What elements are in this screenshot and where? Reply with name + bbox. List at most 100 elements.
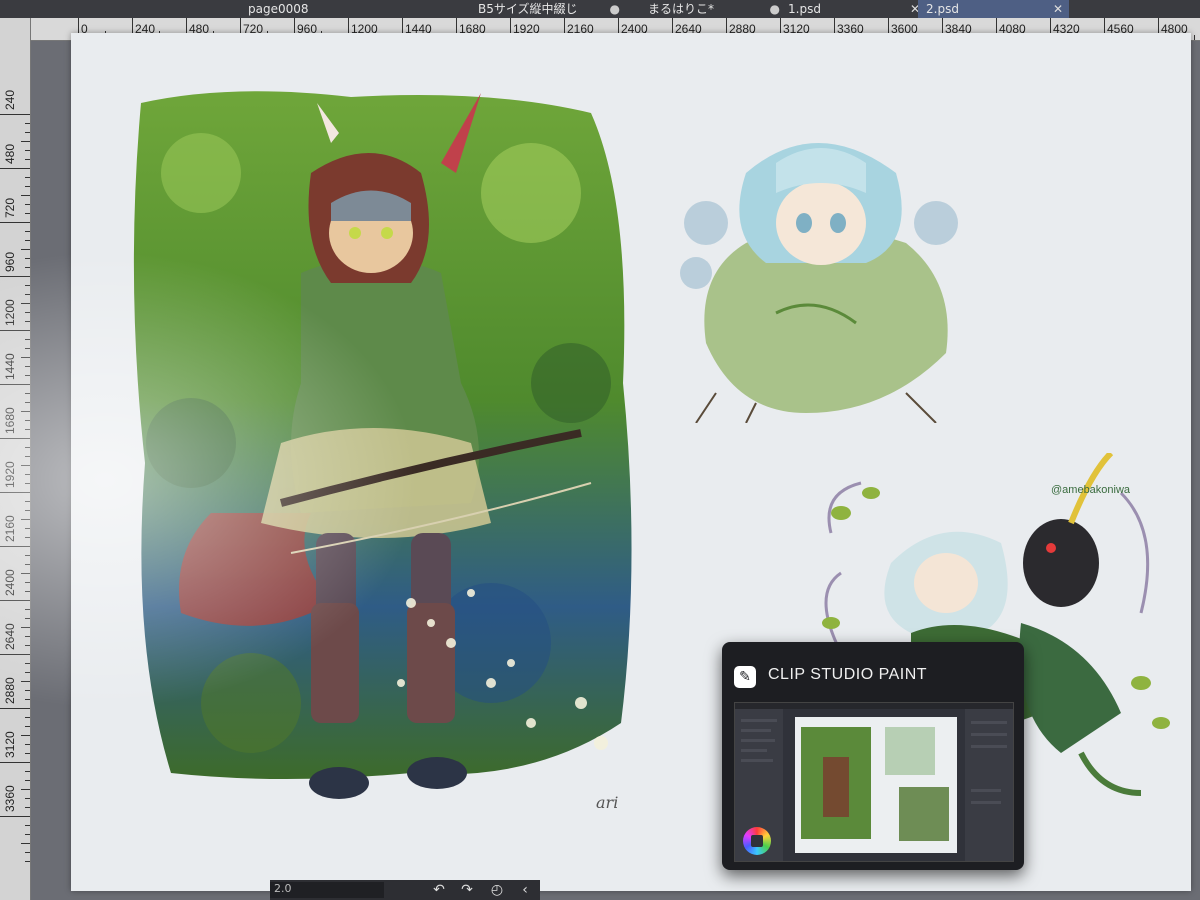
- rotate-icon[interactable]: ◴: [488, 882, 506, 898]
- ruler-minor-tick: [25, 429, 30, 430]
- ruler-minor-tick: [21, 249, 30, 250]
- canvas-workspace[interactable]: ari @amebakoniwa: [31, 33, 1200, 900]
- ruler-minor-tick: [25, 177, 30, 178]
- ruler-minor-tick: [21, 303, 30, 304]
- app-preview-titlebar: ✎ CLIP STUDIO PAINT: [722, 642, 1024, 694]
- artist-credit: @amebakoniwa: [1051, 484, 1131, 496]
- app-preview-thumbnail[interactable]: [734, 702, 1014, 862]
- close-icon[interactable]: ✕: [1053, 0, 1063, 18]
- ruler-minor-tick: [25, 231, 30, 232]
- ruler-minor-tick: [21, 195, 30, 196]
- ruler-minor-tick: [25, 447, 30, 448]
- ruler-minor-tick: [25, 591, 30, 592]
- color-wheel-icon: [743, 827, 771, 855]
- ruler-major-tick: [0, 168, 30, 169]
- ruler-label: 3360: [3, 785, 17, 812]
- archer-illustration: [133, 91, 632, 799]
- ruler-minor-tick: [1194, 35, 1195, 40]
- preview-panel-line: [741, 749, 767, 752]
- tab-2psd[interactable]: 2.psd ✕: [918, 0, 1069, 18]
- tab-maruhariko[interactable]: まるはりこ* ●: [640, 0, 786, 18]
- ruler-minor-tick: [21, 519, 30, 520]
- app-window-preview[interactable]: ✎ CLIP STUDIO PAINT: [722, 642, 1024, 870]
- preview-artworks: [801, 727, 949, 841]
- ruler-minor-tick: [25, 753, 30, 754]
- ruler-minor-tick: [25, 582, 30, 583]
- ruler-minor-tick: [25, 663, 30, 664]
- ruler-label: 480: [3, 143, 17, 164]
- ruler-minor-tick: [25, 798, 30, 799]
- ruler-minor-tick: [25, 717, 30, 718]
- preview-panel-line: [741, 739, 775, 742]
- ruler-minor-tick: [25, 474, 30, 475]
- bottom-toolbar: 2.0 ↶ ↷ ◴ ‹: [270, 880, 540, 900]
- undo-icon[interactable]: ↶: [430, 882, 448, 898]
- ruler-minor-tick: [21, 735, 30, 736]
- ruler-minor-tick: [25, 375, 30, 376]
- ruler-minor-tick: [25, 186, 30, 187]
- ruler-label: 3120: [3, 731, 17, 758]
- ruler-minor-tick: [25, 240, 30, 241]
- ruler-label: 1920: [3, 461, 17, 488]
- ruler-minor-tick: [25, 618, 30, 619]
- ruler-minor-tick: [25, 564, 30, 565]
- ruler-major-tick: [0, 600, 30, 601]
- preview-panel-line: [971, 745, 1007, 748]
- ruler-major-tick: [0, 330, 30, 331]
- ruler-major-tick: [0, 384, 30, 385]
- preview-panel-line: [741, 729, 771, 732]
- ruler-minor-tick: [25, 852, 30, 853]
- preview-panel-line: [741, 759, 773, 762]
- ruler-minor-tick: [25, 555, 30, 556]
- ruler-minor-tick: [21, 141, 30, 142]
- ruler-label: 720: [3, 197, 17, 218]
- ruler-minor-tick: [25, 528, 30, 529]
- redo-icon[interactable]: ↷: [458, 882, 476, 898]
- ruler-minor-tick: [25, 339, 30, 340]
- tab-b5[interactable]: B5サイズ縦中綴じ ●: [470, 0, 626, 18]
- ruler-major-tick: [0, 276, 30, 277]
- ruler-minor-tick: [21, 627, 30, 628]
- ruler-minor-tick: [25, 744, 30, 745]
- ruler-major-tick: [0, 222, 30, 223]
- ruler-minor-tick: [25, 285, 30, 286]
- ruler-label: 1680: [3, 407, 17, 434]
- zoom-status: 2.0: [270, 882, 384, 898]
- ruler-label: 2640: [3, 623, 17, 650]
- tab-modified-icon: ●: [769, 2, 780, 16]
- vertical-ruler: 240 480 720 960 1200 1440 1680 1920 2160 2400 2640…: [0, 18, 31, 900]
- ruler-minor-tick: [25, 645, 30, 646]
- tab-page0008[interactable]: page0008: [240, 0, 406, 18]
- preview-panel-line: [971, 789, 1001, 792]
- ruler-label: 240: [3, 89, 17, 110]
- ruler-label: 1200: [3, 299, 17, 326]
- ruler-minor-tick: [25, 402, 30, 403]
- ruler-minor-tick: [25, 420, 30, 421]
- preview-panel-line: [971, 733, 1007, 736]
- ruler-major-tick: [0, 546, 30, 547]
- ruler-major-tick: [0, 492, 30, 493]
- ruler-minor-tick: [25, 780, 30, 781]
- ruler-label: 1440: [3, 353, 17, 380]
- ruler-minor-tick: [25, 294, 30, 295]
- ruler-minor-tick: [25, 807, 30, 808]
- chevron-left-icon[interactable]: ‹: [516, 882, 534, 898]
- ruler-minor-tick: [25, 690, 30, 691]
- tab-label: 1.psd: [788, 2, 821, 16]
- ruler-minor-tick: [25, 159, 30, 160]
- ruler-minor-tick: [25, 537, 30, 538]
- ruler-minor-tick: [25, 258, 30, 259]
- preview-panel-line: [741, 719, 777, 722]
- document-tab-bar: page0008 B5サイズ縦中綴じ ● まるはりこ* ● 1.psd ✕ 2.…: [0, 0, 1200, 18]
- ruler-minor-tick: [25, 456, 30, 457]
- ruler-minor-tick: [25, 204, 30, 205]
- ruler-minor-tick: [25, 213, 30, 214]
- ruler-label: 2880: [3, 677, 17, 704]
- ruler-minor-tick: [25, 501, 30, 502]
- ruler-minor-tick: [25, 636, 30, 637]
- ruler-minor-tick: [25, 609, 30, 610]
- ruler-major-tick: [0, 816, 30, 817]
- tab-1psd[interactable]: 1.psd ✕: [780, 0, 926, 18]
- ruler-minor-tick: [25, 672, 30, 673]
- ruler-minor-tick: [21, 357, 30, 358]
